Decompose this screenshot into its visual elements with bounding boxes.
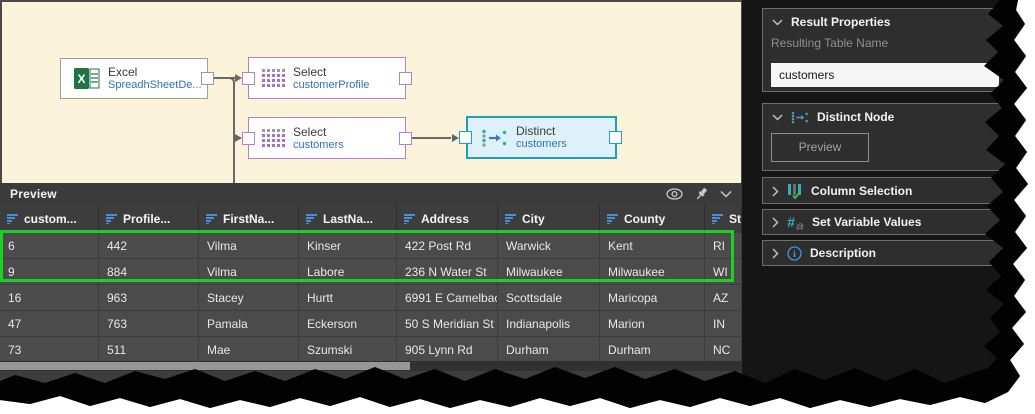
select-grid-icon: [262, 69, 285, 87]
section-description: i Description: [762, 240, 1008, 266]
arrowhead: [235, 74, 242, 82]
port-excel-output[interactable]: [201, 72, 214, 85]
section-header-description[interactable]: i Description: [763, 241, 1007, 265]
port-distinct-output[interactable]: [609, 131, 622, 144]
chevron-down-icon: [772, 114, 783, 121]
section-header-result-properties[interactable]: Result Properties: [763, 9, 1007, 35]
pin-icon[interactable]: [695, 187, 708, 201]
node-subtitle: SpreadhSheetDe...: [108, 79, 202, 92]
distinct-icon: [481, 129, 508, 147]
node-subtitle: customers: [293, 139, 344, 152]
port-selectcustomers-input[interactable]: [242, 132, 255, 145]
distinct-icon: [791, 111, 809, 124]
section-header-column-selection[interactable]: Column Selection: [763, 178, 1007, 204]
svg-text:#: #: [787, 215, 795, 230]
variables-icon: # @: [787, 215, 804, 230]
horizontal-scrollbar[interactable]: [0, 361, 742, 371]
resulting-table-name-input[interactable]: customers: [771, 63, 999, 87]
node-title: Select: [293, 125, 344, 139]
port-selectcustomers-output[interactable]: [399, 132, 412, 145]
column-header[interactable]: City: [498, 205, 600, 233]
chevron-right-icon: [772, 248, 779, 259]
section-set-variable-values: # @ Set Variable Values: [762, 209, 1008, 235]
chevron-right-icon: [772, 186, 779, 197]
table-row[interactable]: 16963StaceyHurtt6991 E CamelbackScottsda…: [0, 285, 742, 311]
table-row[interactable]: 47763PamalaEckerson50 S Meridian St #Ind…: [0, 311, 742, 337]
preview-pane-header: Preview: [0, 183, 742, 205]
node-subtitle: customerProfile: [293, 79, 369, 92]
section-title: Result Properties: [791, 15, 890, 29]
cutoff-area: [0, 371, 742, 414]
section-result-properties: Result Properties Resulting Table Name c…: [762, 8, 1008, 92]
section-title: Set Variable Values: [812, 215, 921, 229]
chevron-down-icon[interactable]: [720, 190, 732, 198]
table-row[interactable]: 6442VilmaKinser422 Post RdWarwickKentRI: [0, 233, 742, 259]
column-header[interactable]: County: [600, 205, 705, 233]
section-title: Distinct Node: [817, 110, 894, 124]
svg-text:@: @: [796, 222, 804, 230]
preview-pane-title: Preview: [0, 187, 57, 201]
column-selection-icon: [787, 184, 803, 199]
column-header[interactable]: Profile...: [99, 205, 199, 233]
node-title: Distinct: [516, 124, 567, 138]
arrowhead: [235, 134, 242, 142]
chevron-right-icon: [772, 217, 779, 228]
info-icon: i: [787, 246, 802, 261]
column-header[interactable]: Address: [397, 205, 498, 233]
port-distinct-input[interactable]: [459, 131, 472, 144]
table-header-row: custom... Profile... FirstNa... LastNa..…: [0, 205, 742, 233]
node-select-customers[interactable]: Select customers: [248, 117, 406, 159]
svg-text:i: i: [793, 250, 796, 260]
section-header-distinct-node[interactable]: Distinct Node: [763, 104, 1007, 130]
svg-text:X: X: [77, 72, 85, 86]
preview-table: custom... Profile... FirstNa... LastNa..…: [0, 205, 742, 371]
excel-icon: X: [74, 68, 100, 89]
node-title: Select: [293, 65, 369, 79]
column-header[interactable]: LastNa...: [299, 205, 397, 233]
node-subtitle: customers: [516, 138, 567, 151]
section-column-selection: Column Selection: [762, 177, 1008, 204]
column-header[interactable]: custom...: [0, 205, 99, 233]
eye-icon[interactable]: [666, 188, 683, 200]
column-header[interactable]: FirstNa...: [199, 205, 299, 233]
section-distinct-node: Distinct Node Preview: [762, 103, 1008, 171]
chevron-down-icon: [772, 19, 783, 26]
section-header-set-variable-values[interactable]: # @ Set Variable Values: [763, 210, 1007, 234]
app-screenshot: X Excel SpreadhSheetDe...: [0, 0, 1035, 414]
section-title: Column Selection: [811, 184, 912, 198]
select-grid-icon: [262, 129, 285, 147]
properties-panel: Result Properties Resulting Table Name c…: [742, 0, 1035, 414]
workflow-canvas[interactable]: X Excel SpreadhSheetDe...: [0, 0, 742, 183]
node-title: Excel: [108, 65, 202, 79]
node-select-customerprofile[interactable]: Select customerProfile: [248, 57, 406, 99]
field-label: Resulting Table Name: [763, 36, 1007, 50]
table-row[interactable]: 73511MaeSzumski905 Lynn RdDurhamDurhamNC: [0, 337, 742, 363]
node-excel[interactable]: X Excel SpreadhSheetDe...: [60, 58, 208, 99]
section-title: Description: [810, 246, 876, 260]
port-selectprofile-output[interactable]: [399, 72, 412, 85]
table-row[interactable]: 9884VilmaLabore236 N Water StMilwaukeeMi…: [0, 259, 742, 285]
port-selectprofile-input[interactable]: [242, 72, 255, 85]
preview-button[interactable]: Preview: [771, 133, 869, 162]
scrollbar-thumb[interactable]: [0, 362, 410, 370]
arrowhead: [452, 134, 459, 142]
node-distinct[interactable]: Distinct customers: [466, 116, 617, 159]
column-header[interactable]: Sta: [705, 205, 742, 233]
